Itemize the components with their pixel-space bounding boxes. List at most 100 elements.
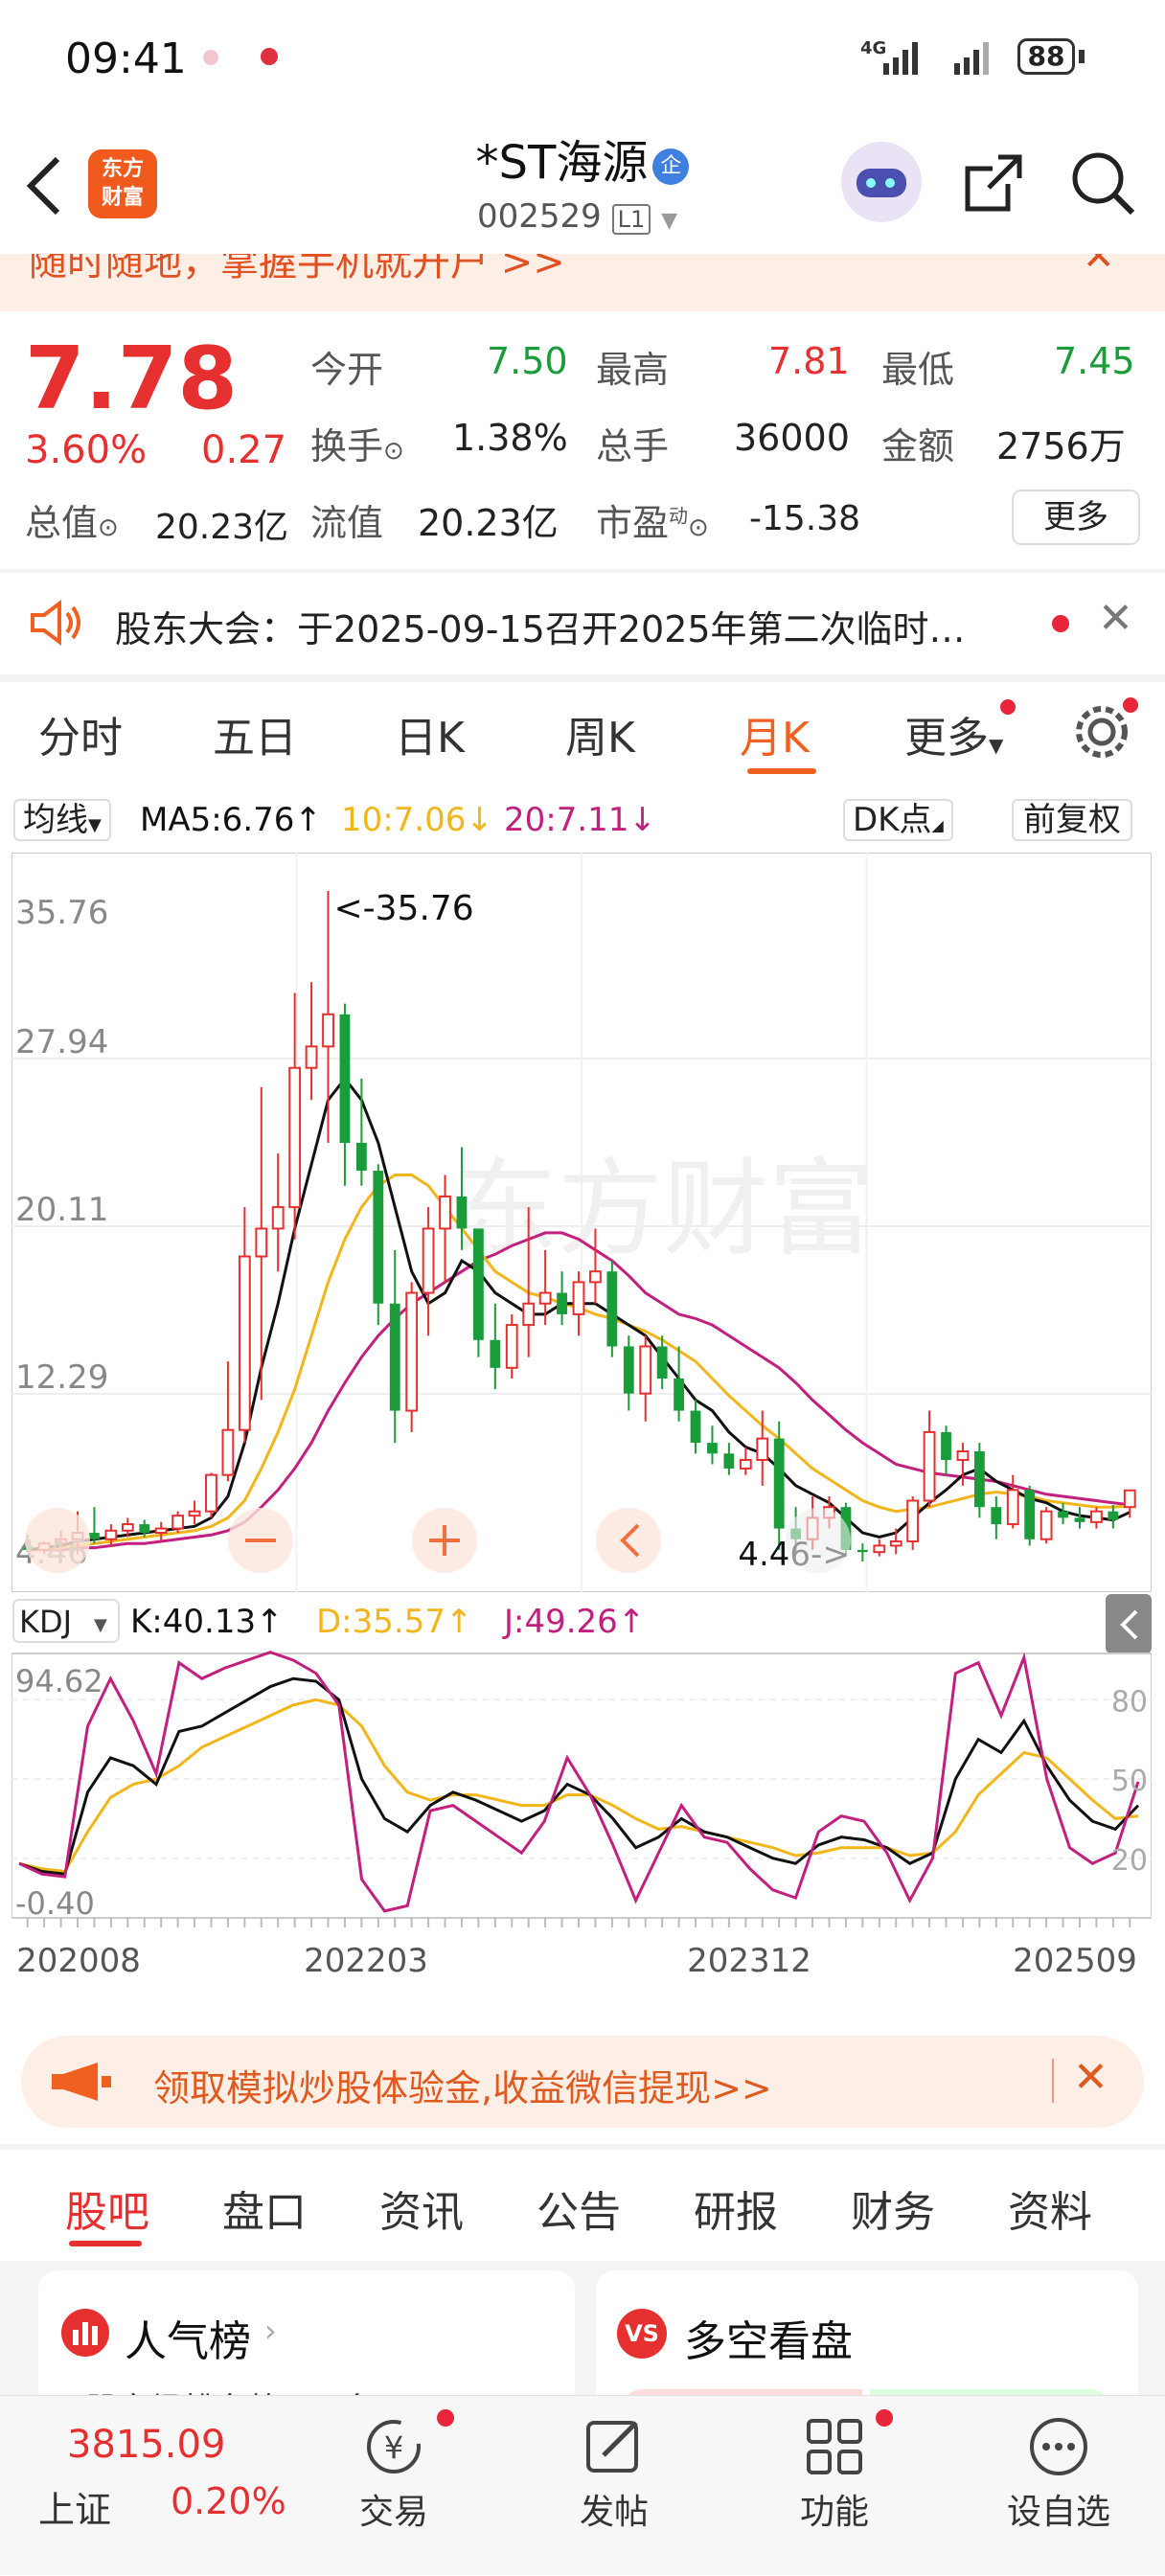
- index-quote[interactable]: 3815.09 上证 0.20%: [0, 2396, 316, 2576]
- time-axis: 202008 202203 202312 202509: [16, 1918, 1137, 1980]
- chevron-right-icon: ›: [264, 2313, 277, 2349]
- candle-body-down: [557, 1292, 567, 1314]
- watermark: 东方财富: [452, 1148, 874, 1270]
- popularity-title: 人气榜: [125, 2317, 251, 2366]
- svg-text:¥: ¥: [384, 2429, 403, 2466]
- candle-body-up: [238, 1255, 251, 1431]
- robot-assistant-icon[interactable]: [841, 142, 922, 222]
- nav-add-watchlist-label: 设自选: [1006, 2493, 1110, 2532]
- tab-week-k[interactable]: 周K: [565, 703, 635, 764]
- tab-profile[interactable]: 资料: [1008, 2177, 1092, 2239]
- kdj-dropdown-icon: ▼: [94, 1615, 107, 1635]
- pe-label: 市盈动⊙: [596, 502, 709, 544]
- index-name: 上证: [38, 2489, 112, 2531]
- tab-announcements[interactable]: 公告: [537, 2177, 621, 2239]
- megaphone-icon: [52, 2063, 111, 2101]
- nav-trade[interactable]: ¥ 交易: [341, 2413, 446, 2557]
- signal-icon: [883, 42, 989, 75]
- more-button[interactable]: 更多: [1012, 490, 1140, 545]
- settings-gear-icon[interactable]: [1071, 701, 1132, 763]
- battery-tip: [1079, 50, 1085, 63]
- candle-body-down: [690, 1410, 701, 1444]
- dk-point-button[interactable]: DK点◢: [843, 799, 953, 841]
- notice-bar[interactable]: 股东大会：于2025-09-15召开2025年第二次临时… ✕: [0, 575, 1165, 671]
- amount-value: 2756万: [996, 425, 1126, 467]
- tab-day-k[interactable]: 日K: [395, 703, 465, 764]
- app-notification-icon: [261, 48, 278, 65]
- candle-body-down: [941, 1431, 951, 1460]
- tab-more[interactable]: 更多▼: [904, 703, 1003, 764]
- tab-handicap[interactable]: 盘口: [222, 2177, 307, 2239]
- price-tick-label: 35.76: [15, 894, 108, 932]
- tab-month-k[interactable]: 月K: [740, 703, 810, 764]
- more-dot: [1000, 699, 1016, 715]
- info-icon: ⊙: [383, 437, 404, 466]
- kdj-left-tick: 94.62: [15, 1663, 103, 1699]
- promo-close-icon[interactable]: ✕: [1073, 2053, 1108, 2102]
- open-label: 今开: [310, 349, 384, 391]
- stock-code: 002529: [477, 197, 602, 236]
- promo-banner[interactable]: 领取模拟炒股体验金,收益微信提现>> ✕: [21, 2036, 1144, 2128]
- stock-code-row[interactable]: 002529 L1 ▼: [477, 197, 677, 236]
- candle-body-up: [121, 1523, 134, 1532]
- scroll-next-button: [786, 1508, 851, 1573]
- info-tabs: 股吧 盘口 资讯 公告 研报 财务 资料: [0, 2151, 1165, 2256]
- tab-intraday[interactable]: 分时: [38, 703, 123, 764]
- promo-divider: [1052, 2059, 1054, 2103]
- tab-five-day[interactable]: 五日: [213, 703, 297, 764]
- pe-value: -15.38: [749, 499, 861, 538]
- tab-finance[interactable]: 财务: [851, 2177, 935, 2239]
- vs-icon: VS: [617, 2309, 667, 2359]
- collapse-panel-button: [1106, 1594, 1152, 1653]
- candle-body-up: [271, 1206, 285, 1230]
- search-icon[interactable]: [1069, 149, 1138, 218]
- candle-body-up: [956, 1450, 970, 1461]
- open-account-strip[interactable]: 随时随地，掌握手机就开户 >> ✕: [0, 254, 1165, 311]
- divider: [0, 569, 1165, 573]
- level-badge: L1: [611, 204, 651, 235]
- candle-body-up: [639, 1345, 652, 1395]
- nav-trade-label: 交易: [358, 2493, 428, 2532]
- change-pct: 3.60%: [25, 428, 148, 472]
- candle-body-down: [339, 1014, 351, 1144]
- candle-body-up: [923, 1430, 936, 1502]
- kdj-indicator-label: KDJ: [19, 1604, 72, 1640]
- enterprise-badge: 企: [652, 148, 690, 185]
- candle-body-down: [1058, 1511, 1068, 1518]
- status-time: 09:41: [65, 34, 187, 83]
- adjust-button[interactable]: 前复权: [1012, 799, 1132, 841]
- candle-body-up: [538, 1291, 552, 1305]
- candle-body-up: [439, 1195, 451, 1230]
- candle-body-up: [873, 1544, 886, 1554]
- tab-guba[interactable]: 股吧: [65, 2177, 149, 2239]
- candle-body-up: [1090, 1510, 1103, 1523]
- mktcap-label: 总值⊙: [25, 502, 119, 544]
- info-icon: ⊙: [688, 513, 709, 542]
- index-value: 3815.09: [67, 2423, 226, 2467]
- notice-close-icon[interactable]: ✕: [1098, 594, 1133, 643]
- more-dots-icon: [1030, 2418, 1087, 2475]
- share-icon[interactable]: [960, 149, 1027, 217]
- nav-functions[interactable]: 功能: [782, 2413, 887, 2557]
- tab-news[interactable]: 资讯: [379, 2177, 464, 2239]
- feature-cards: 人气榜 › A股市场排名第900名 VS 多空看盘: [0, 2261, 1165, 2424]
- candle-body-up: [188, 1510, 201, 1517]
- strip-close-icon[interactable]: ✕: [1083, 254, 1115, 279]
- price-tick-label: 27.94: [15, 1023, 108, 1061]
- candle-body-up: [171, 1515, 185, 1530]
- candle-body-up: [889, 1539, 902, 1547]
- status-bar: 09:41 4G 88: [0, 0, 1165, 115]
- candle-body-down: [606, 1271, 618, 1347]
- change-amount: 0.27: [201, 428, 287, 472]
- edit-icon: [586, 2421, 638, 2473]
- j-label: J:49.26↑: [502, 1603, 645, 1641]
- nav-add-watchlist[interactable]: 设自选: [996, 2413, 1121, 2557]
- kline-chart[interactable]: 东方财富 35.7627.9420.1112.294.46 <-35.76 4.…: [11, 853, 1152, 2012]
- candle-body-up: [255, 1227, 268, 1258]
- candle-body-up: [739, 1458, 752, 1470]
- nav-post[interactable]: 发帖: [561, 2413, 667, 2557]
- candle-body-down: [857, 1549, 868, 1553]
- indicator-selector[interactable]: 均线▼: [13, 799, 111, 841]
- tab-research[interactable]: 研报: [694, 2177, 778, 2239]
- unread-dot: [1052, 615, 1069, 632]
